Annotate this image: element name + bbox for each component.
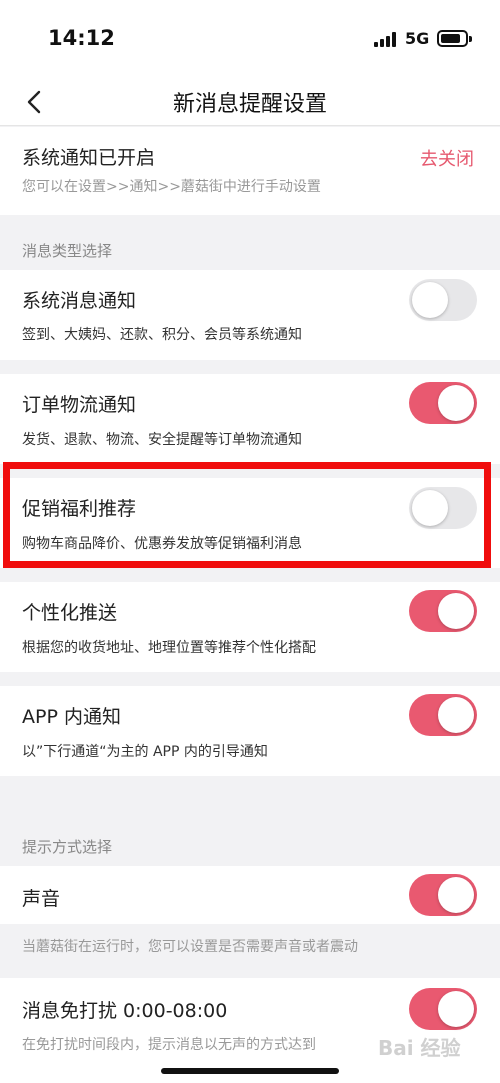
setting-description: 发货、退款、物流、安全提醒等订单物流通知	[22, 432, 302, 448]
section-label-message-types: 消息类型选择	[22, 242, 113, 260]
home-indicator[interactable]	[161, 1068, 339, 1074]
signal-icon	[374, 32, 400, 47]
setting-row-system-messages: 系统消息通知 签到、大姨妈、还款、积分、会员等系统通知	[0, 270, 500, 360]
sound-description: 当蘑菇街在运行时，您可以设置是否需要声音或者震动	[22, 939, 358, 955]
setting-description: 在免打扰时间段内，提示消息以无声的方式达到	[22, 1037, 316, 1053]
setting-title: 系统消息通知	[22, 290, 137, 312]
highlight-annotation	[3, 462, 491, 568]
setting-description: 根据您的收货地址、地理位置等推荐个性化搭配	[22, 640, 316, 656]
setting-title: 订单物流通知	[22, 394, 137, 416]
section-label-reminder-methods: 提示方式选择	[22, 838, 113, 856]
toggle-switch[interactable]	[409, 988, 477, 1030]
turn-off-link[interactable]: 去关闭	[420, 145, 474, 171]
setting-description: 签到、大姨妈、还款、积分、会员等系统通知	[22, 327, 302, 343]
setting-row-sound: 声音	[0, 866, 500, 924]
system-notification-row: 系统通知已开启 去关闭 您可以在设置>>通知>>蘑菇街中进行手动设置	[0, 127, 500, 215]
setting-description: 以”下行通道“为主的 APP 内的引导通知	[22, 744, 268, 760]
toggle-switch[interactable]	[409, 279, 477, 321]
setting-row-personalized-push: 个性化推送 根据您的收货地址、地理位置等推荐个性化搭配	[0, 582, 500, 672]
toggle-switch[interactable]	[409, 382, 477, 424]
toggle-switch[interactable]	[409, 694, 477, 736]
system-notification-hint: 您可以在设置>>通知>>蘑菇街中进行手动设置	[22, 179, 321, 195]
setting-title: APP 内通知	[22, 706, 121, 728]
watermark: Bai 经验	[378, 1036, 461, 1060]
toggle-switch[interactable]	[409, 874, 477, 916]
network-label: 5G	[405, 29, 430, 48]
setting-title: 消息免打扰 0:00-08:00	[22, 1000, 228, 1022]
system-notification-title: 系统通知已开启	[22, 147, 156, 169]
status-bar: 14:12 5G	[0, 0, 500, 78]
toggle-switch[interactable]	[409, 590, 477, 632]
battery-icon	[437, 30, 472, 47]
setting-row-in-app: APP 内通知 以”下行通道“为主的 APP 内的引导通知	[0, 686, 500, 776]
nav-bar: 新消息提醒设置	[0, 78, 500, 126]
setting-title: 声音	[22, 888, 61, 910]
setting-title: 个性化推送	[22, 602, 118, 624]
page-title: 新消息提醒设置	[172, 92, 327, 117]
setting-row-order-logistics: 订单物流通知 发货、退款、物流、安全提醒等订单物流通知	[0, 374, 500, 464]
status-time: 14:12	[48, 26, 115, 50]
